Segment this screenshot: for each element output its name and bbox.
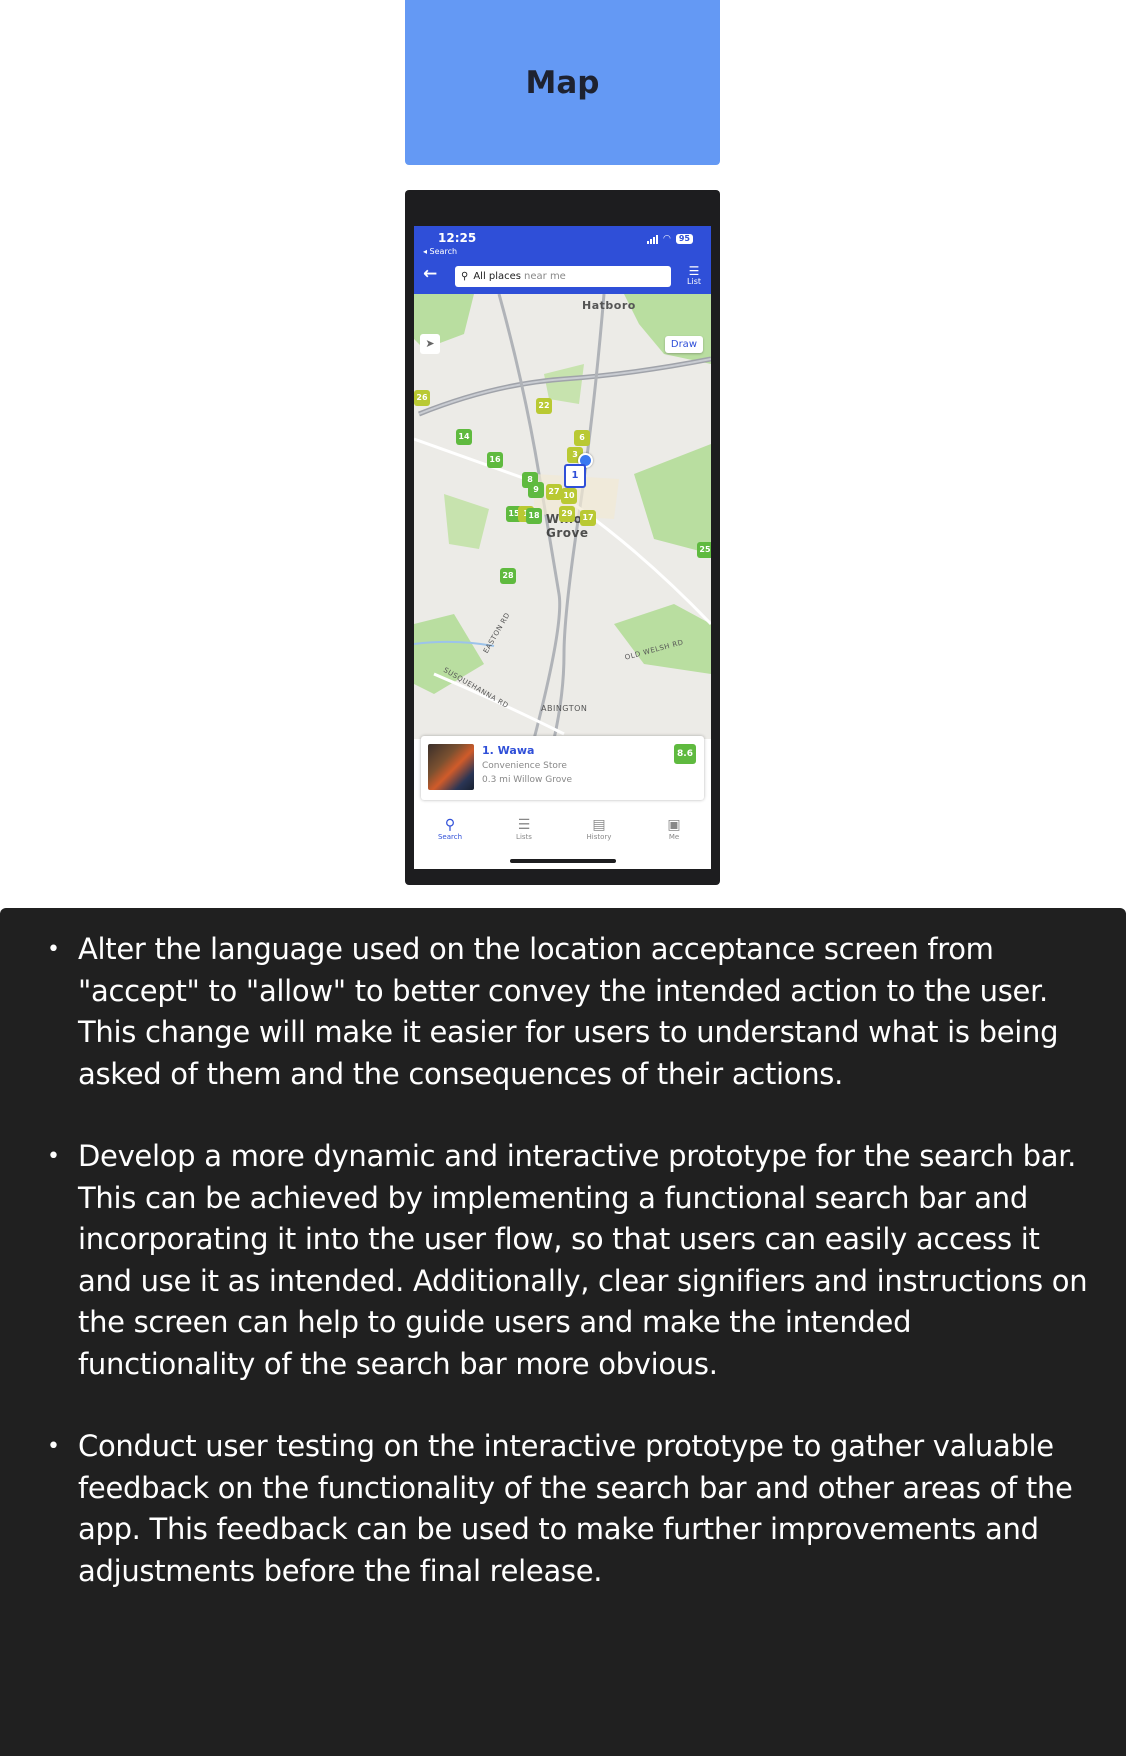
tab-history[interactable]: ▤ History (569, 817, 629, 841)
tab-history-label: History (586, 833, 612, 841)
map-pin[interactable]: 22 (536, 398, 552, 414)
tab-me[interactable]: ▣ Me (644, 817, 704, 841)
bullet-icon: • (47, 937, 60, 962)
map-pin[interactable]: 18 (526, 508, 542, 524)
search-icon: ⚲ (444, 817, 456, 833)
recommendation-text: Alter the language used on the location … (78, 932, 1059, 1091)
search-icon: ⚲ (461, 271, 469, 282)
status-time: 12:25 (438, 231, 477, 245)
result-card[interactable]: 1. Wawa Convenience Store 0.3 mi Willow … (421, 736, 704, 800)
status-icons: ◠ 95 (647, 234, 693, 244)
draw-area-button[interactable]: Draw (664, 336, 703, 353)
map-view[interactable]: Hatboro Willow Grove ABINGTON OLD WELSH … (414, 294, 711, 739)
recommendation-item: • Develop a more dynamic and interactive … (0, 1136, 1126, 1385)
phone-screen: 12:25 ◂ Search ◠ 95 ← ⚲ All places near … (414, 226, 711, 869)
phone-frame: 12:25 ◂ Search ◠ 95 ← ⚲ All places near … (405, 190, 720, 885)
result-category: Convenience Store (482, 761, 567, 771)
back-arrow-icon[interactable]: ← (423, 266, 437, 283)
bullet-icon: • (47, 1144, 60, 1169)
map-label-willow-grove: Willow Grove (546, 512, 593, 540)
bullet-icon: • (47, 1434, 60, 1459)
tab-lists-label: Lists (516, 833, 532, 841)
tab-lists[interactable]: ☰ Lists (494, 817, 554, 841)
list-view-label: List (687, 277, 701, 286)
app-header: 12:25 ◂ Search ◠ 95 ← ⚲ All places near … (414, 226, 711, 294)
result-score-badge: 8.6 (674, 744, 696, 764)
map-pin[interactable]: 25 (697, 542, 711, 558)
wifi-icon: ◠ (663, 234, 671, 244)
map-pin[interactable]: 9 (528, 482, 544, 498)
tab-me-label: Me (668, 833, 680, 841)
map-pin[interactable]: 10 (561, 488, 577, 504)
tab-search[interactable]: ⚲ Search (420, 817, 480, 841)
back-to-search-link[interactable]: ◂ Search (423, 247, 457, 256)
recommendation-text: Develop a more dynamic and interactive p… (78, 1139, 1088, 1381)
map-pin[interactable]: 17 (580, 510, 596, 526)
profile-icon: ▣ (667, 817, 681, 833)
map-pin[interactable]: 28 (500, 568, 516, 584)
home-indicator (510, 859, 616, 863)
tab-search-label: Search (437, 833, 463, 841)
recommendation-text: Conduct user testing on the interactive … (78, 1429, 1073, 1588)
map-section-header: Map (405, 0, 720, 165)
recommendations-list: • Alter the language used on the location… (0, 929, 1126, 1633)
map-pin[interactable]: 14 (456, 429, 472, 445)
list-icon: ☰ (517, 817, 531, 833)
map-pin[interactable]: 6 (574, 430, 590, 446)
search-location-placeholder: near me (524, 271, 566, 282)
recommendation-item: • Alter the language used on the location… (0, 929, 1126, 1095)
recommendation-item: • Conduct user testing on the interactive… (0, 1426, 1126, 1592)
map-pin[interactable]: 26 (414, 390, 430, 406)
result-title[interactable]: 1. Wawa (482, 744, 534, 757)
result-distance-location: 0.3 mi Willow Grove (482, 775, 573, 785)
map-pin[interactable]: 29 (559, 506, 575, 522)
recommendations-panel: • Alter the language used on the location… (0, 908, 1126, 1756)
list-view-button[interactable]: ☰ List (687, 265, 701, 287)
map-pin[interactable]: 16 (487, 452, 503, 468)
search-input[interactable]: ⚲ All places near me (455, 266, 671, 287)
locate-me-button[interactable]: ➤ (420, 334, 440, 354)
list-icon: ☰ (688, 264, 700, 278)
signal-icon (647, 234, 658, 244)
history-icon: ▤ (592, 817, 606, 833)
map-pin[interactable]: 27 (546, 484, 562, 500)
battery-icon: 95 (675, 234, 693, 244)
map-label-abington: ABINGTON (541, 704, 588, 713)
selected-map-pin[interactable]: 1 (564, 464, 586, 488)
search-scope-label: All places (473, 271, 522, 282)
result-thumbnail (428, 744, 474, 790)
map-label-hatboro: Hatboro (582, 299, 636, 312)
